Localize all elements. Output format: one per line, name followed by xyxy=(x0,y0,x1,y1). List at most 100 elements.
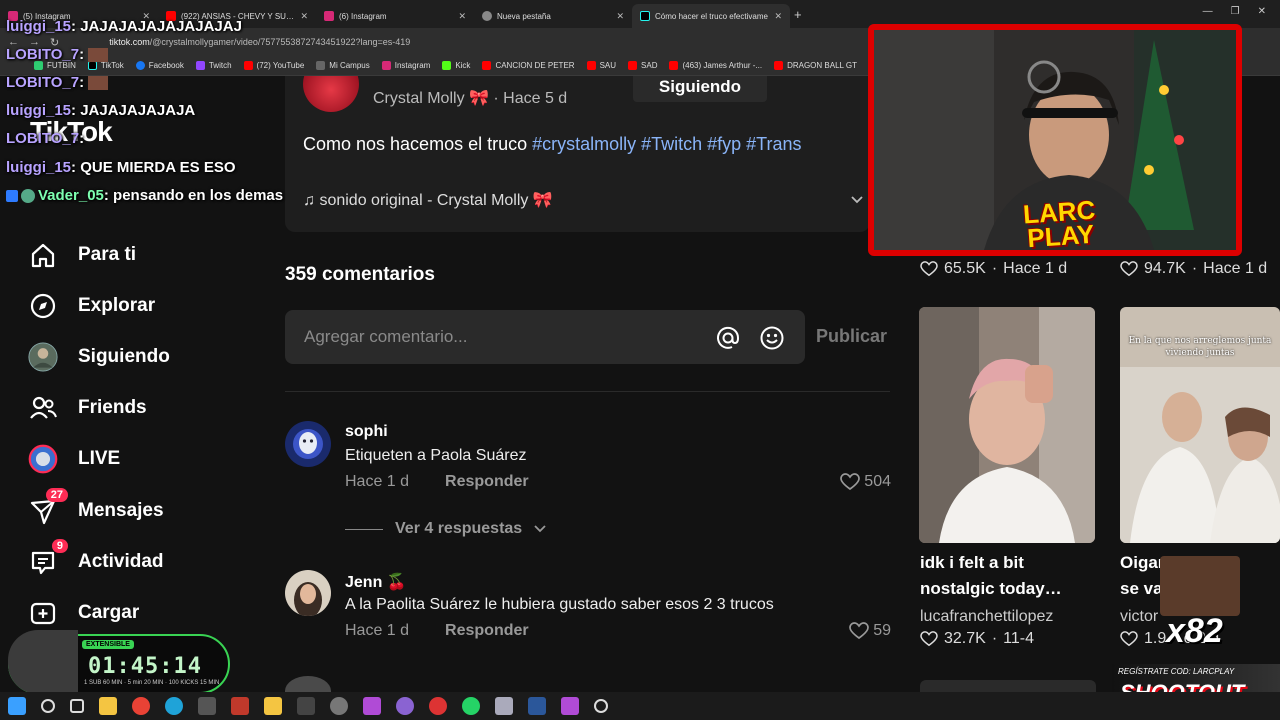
chat-message: LOBITO_7: xyxy=(6,46,109,63)
sound-link[interactable]: ♫ sonido original - Crystal Molly 🎀 xyxy=(303,190,553,210)
app-icon[interactable] xyxy=(561,697,579,715)
related-video-title[interactable]: idk i felt a bit nostalgic today… xyxy=(920,550,1062,602)
reply-button[interactable]: Responder xyxy=(445,473,529,491)
author-line[interactable]: Crystal Molly 🎀 · Hace 5 d xyxy=(373,88,567,108)
app-icon[interactable] xyxy=(363,697,381,715)
chevron-down-icon xyxy=(534,525,546,533)
larc-play-logo: LARC PLAY xyxy=(1022,194,1097,254)
comment-time: Hace 1 d xyxy=(345,622,410,639)
close-icon[interactable]: ✕ xyxy=(616,11,624,22)
emote-multiplier: x82 xyxy=(1166,612,1223,650)
publish-button[interactable]: Publicar xyxy=(816,326,887,347)
sidebar-item-cargar[interactable]: Cargar xyxy=(28,598,139,628)
commenter-avatar[interactable] xyxy=(285,676,331,692)
edge-icon[interactable] xyxy=(165,697,183,715)
commenter-avatar[interactable] xyxy=(285,570,331,616)
comments-count: 359 comentarios xyxy=(285,264,435,285)
close-icon[interactable]: ✕ xyxy=(300,11,308,22)
chat-message: luiggi_15: QUE MIERDA ES ESO xyxy=(6,159,236,176)
sidebar-item-para-ti[interactable]: Para ti xyxy=(28,240,136,270)
divider xyxy=(285,391,890,392)
view-replies-button[interactable]: Ver 4 respuestas xyxy=(345,520,546,538)
search-icon[interactable] xyxy=(41,699,55,713)
comment-item: sophi Etiqueten a Paola Suárez Hace 1 d … xyxy=(285,421,891,501)
bookmark-dragon-ball[interactable]: DRAGON BALL GT xyxy=(774,61,857,70)
new-tab-icon[interactable]: + xyxy=(794,7,802,22)
bookmark-campus[interactable]: Mi Campus xyxy=(316,61,370,70)
post-info-card: Crystal Molly 🎀 · Hace 5 d Siguiendo Com… xyxy=(285,76,870,232)
app-icon[interactable] xyxy=(594,699,608,713)
word-icon[interactable] xyxy=(528,697,546,715)
related-video-thumbnail[interactable] xyxy=(919,307,1095,543)
commenter-avatar[interactable] xyxy=(285,421,331,467)
minimize-icon[interactable]: — xyxy=(1203,6,1213,17)
mention-icon[interactable] xyxy=(715,325,741,351)
activity-icon: 9 xyxy=(28,539,68,577)
windows-start-icon[interactable] xyxy=(8,697,26,715)
chat-message: LOBITO_7: xyxy=(6,130,85,147)
chat-message: LOBITO_7: xyxy=(6,74,109,91)
compass-icon xyxy=(28,291,58,321)
sidebar-item-actividad[interactable]: 9 Actividad xyxy=(28,539,164,577)
sidebar-item-live[interactable]: LIVE xyxy=(28,444,120,474)
close-icon[interactable]: ✕ xyxy=(774,11,782,22)
reply-button[interactable]: Responder xyxy=(445,622,529,640)
activity-badge: 9 xyxy=(51,539,68,553)
close-window-icon[interactable]: ✕ xyxy=(1258,6,1266,17)
comment-like[interactable]: 504 xyxy=(840,473,891,491)
comment-meta: Hace 1 d Responder xyxy=(345,622,529,640)
app-icon[interactable] xyxy=(495,697,513,715)
timer-rules: 1 SUB 60 MIN · 5 min 20 MIN · 100 KICKS … xyxy=(84,680,220,686)
whatsapp-icon[interactable] xyxy=(462,697,480,715)
bookmark-peter[interactable]: CANCION DE PETER xyxy=(482,61,575,70)
bookmark-sau[interactable]: SAU xyxy=(586,61,616,70)
app-icon[interactable] xyxy=(231,697,249,715)
emoji-icon[interactable] xyxy=(759,325,785,351)
browser-tab-new[interactable]: Nueva pestaña ✕ xyxy=(474,4,632,28)
sidebar-item-mensajes[interactable]: 27 Mensajes xyxy=(28,488,164,526)
explorer-icon[interactable] xyxy=(99,697,117,715)
comment-username[interactable]: sophi xyxy=(345,423,388,441)
post-caption: Como nos hacemos el truco #crystalmolly … xyxy=(303,132,843,156)
folder-icon[interactable] xyxy=(264,697,282,715)
app-icon[interactable] xyxy=(429,697,447,715)
author-avatar[interactable] xyxy=(303,76,359,112)
app-icon[interactable] xyxy=(396,697,414,715)
comment-username[interactable]: Jenn 🍒 xyxy=(345,572,407,592)
app-icon[interactable] xyxy=(330,697,348,715)
task-view-icon[interactable] xyxy=(70,699,84,713)
like-count: 504 xyxy=(864,473,891,490)
sidebar-item-friends[interactable]: Friends xyxy=(28,393,147,423)
browser-tab-tiktok[interactable]: Cómo hacer el truco efectivame ✕ xyxy=(632,4,790,28)
maximize-icon[interactable]: ❐ xyxy=(1231,6,1240,17)
heart-icon xyxy=(1120,261,1138,277)
browser-tab-instagram-2[interactable]: (6) Instagram ✕ xyxy=(316,4,474,28)
close-icon[interactable]: ✕ xyxy=(458,11,466,22)
sidebar-item-siguiendo[interactable]: Siguiendo xyxy=(28,342,170,372)
hashtags[interactable]: #crystalmolly #Twitch #fyp #Trans xyxy=(532,134,801,154)
following-button[interactable]: Siguiendo xyxy=(633,76,767,102)
chat-message: Vader_05: pensando en los demas xyxy=(6,187,283,204)
sidebar-item-explorar[interactable]: Explorar xyxy=(28,291,155,321)
chat-message: luiggi_15: JAJAJAJAJAJAJAJAJ xyxy=(6,18,242,35)
window-controls: — ❐ ✕ xyxy=(1189,0,1280,23)
bookmark-kick[interactable]: Kick xyxy=(442,61,470,70)
chrome-icon[interactable] xyxy=(132,697,150,715)
app-icon[interactable] xyxy=(297,697,315,715)
comment-input-box[interactable]: Agregar comentario... xyxy=(285,310,805,364)
related-video-meta-3[interactable]: lucafranchettilopez 32.7K · 11-4 xyxy=(920,608,1053,648)
home-icon xyxy=(28,240,58,270)
emote-icon xyxy=(21,189,35,204)
comment-input[interactable]: Agregar comentario... xyxy=(304,327,467,347)
meme-emote xyxy=(1160,556,1240,616)
related-video-thumbnail[interactable] xyxy=(920,680,1096,692)
related-username[interactable]: lucafranchettilopez xyxy=(920,608,1053,626)
related-video-thumbnail[interactable]: En la que nos arreglemos junta viviendo … xyxy=(1120,307,1280,543)
bookmark-sad[interactable]: SAD xyxy=(628,61,657,70)
comment-like[interactable]: 59 xyxy=(849,622,891,640)
chevron-down-icon[interactable] xyxy=(850,194,864,208)
messages-badge: 27 xyxy=(45,488,68,502)
bookmark-james-arthur[interactable]: (463) James Arthur -... xyxy=(669,61,762,70)
bookmark-instagram[interactable]: Instagram xyxy=(381,61,430,70)
app-icon[interactable] xyxy=(198,697,216,715)
